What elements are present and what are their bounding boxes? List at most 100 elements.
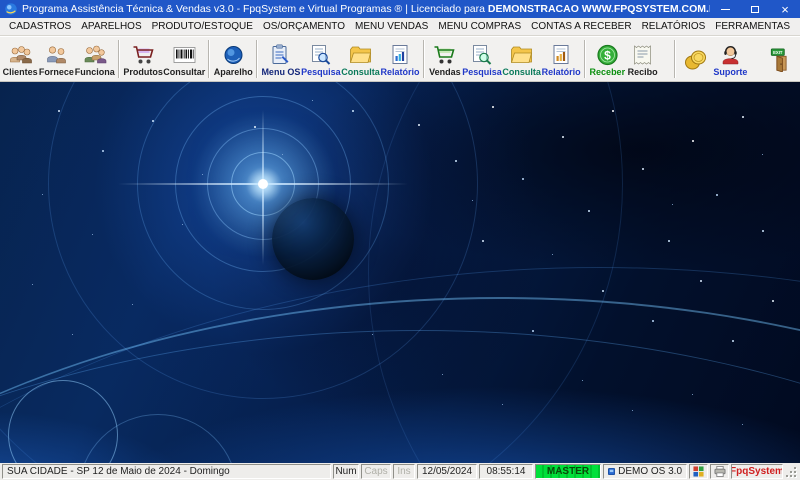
dollar-coin-icon: $ [597,44,618,65]
status-caps-lock: Caps [361,464,391,479]
wallpaper-star-glow [258,179,268,189]
toolbar-button-suporte[interactable]: Suporte [713,38,748,81]
license-text: DEMONSTRACAO WWW.FPQSYSTEM.COM.BR [487,3,710,15]
menu-compras[interactable]: MENU COMPRAS [433,20,526,33]
maximize-icon [751,5,759,13]
titlebar: Programa Assistência Técnica & Vendas v3… [0,0,800,18]
status-time: 08:55:14 [479,464,533,479]
status-grid-button[interactable] [689,464,708,479]
toolbar-label: Menu OS [261,66,301,77]
toolbar-label: Vendas [429,66,461,77]
toolbar-label: Receber [589,66,626,77]
close-icon: × [781,1,789,17]
app-icon [5,3,17,15]
toolbar-label: Suporte [713,66,748,77]
toolbar-button-moedas[interactable] [679,38,713,81]
toolbar-separator [422,40,425,78]
grid-icon [693,466,704,477]
demo-version-label: DEMO OS 3.0 [618,466,682,477]
toolbar-button-pesquisa-os[interactable]: Pesquisa [301,38,341,81]
coins-icon [685,50,707,69]
close-button[interactable]: × [770,0,800,18]
menu-os-orcamento[interactable]: OS/ORÇAMENTO [258,20,350,33]
toolbar-label: Funciona [74,66,115,77]
desktop-wallpaper [0,82,800,463]
wallpaper-dark-sphere [272,198,354,280]
os-clipboard-icon [272,43,289,64]
toolbar-button-consulta-os[interactable]: Consulta [341,38,380,81]
status-user-badge: MASTER [535,464,601,479]
menu-ajuda[interactable]: AJUDA [795,20,800,33]
toolbar-button-clientes[interactable]: Clientes [2,38,38,81]
toolbar-label: Consulta [502,66,541,77]
toolbar-button-funcionarios[interactable]: Funciona [74,38,115,81]
clients-people-icon [9,45,32,63]
toolbar-button-relatorio-os[interactable]: Relatório [380,38,420,81]
toolbar-label: Clientes [2,66,38,77]
toolbar-button-relatorio-vendas[interactable]: Relatório [541,38,581,81]
report-icon [553,44,569,64]
folder-icon [511,46,533,63]
menu-ferramentas[interactable]: FERRAMENTAS [710,20,795,33]
toolbar-separator [673,40,676,78]
menu-relatorios[interactable]: RELATÓRIOS [637,20,711,33]
toolbar-button-fornecedores[interactable]: Fornece [38,38,74,81]
exit-door-icon: EXIT [770,47,787,72]
svg-text:EXIT: EXIT [773,50,783,55]
employees-people-icon [84,45,107,63]
toolbar: Clientes Fornece Funciona Produtos Consu… [0,36,800,82]
toolbar-button-recibo[interactable]: Recibo [626,38,660,81]
barcode-icon [173,46,196,63]
window-controls: × [710,0,800,18]
toolbar-button-consulta-vendas[interactable]: Consulta [502,38,541,81]
toolbar-label: Consulta [341,66,380,77]
toolbar-button-consultar-produto[interactable]: Consultar [163,38,205,81]
maximize-button[interactable] [740,0,770,18]
toolbar-button-pesquisa-vendas[interactable]: Pesquisa [462,38,502,81]
printer-icon [714,466,725,477]
toolbar-label: Consultar [163,66,206,77]
toolbar-button-menu-os[interactable]: Menu OS [261,38,301,81]
toolbar-label: Produtos [123,66,163,77]
demo-app-icon [608,467,616,476]
toolbar-separator [208,40,211,78]
toolbar-separator [256,40,259,78]
window-title: Programa Assistência Técnica & Vendas v3… [22,3,710,15]
search-document-icon [312,44,331,65]
receipt-icon [634,44,652,65]
toolbar-button-aparelho[interactable]: Aparelho [213,38,253,81]
toolbar-button-receber[interactable]: $ Receber [589,38,626,81]
status-insert: Ins [393,464,415,479]
minimize-button[interactable] [710,0,740,18]
sales-cart-icon [434,45,455,63]
search-document-icon [473,44,492,65]
statusbar: SUA CIDADE - SP 12 de Maio de 2024 - Dom… [0,463,800,480]
menu-contas-a-receber[interactable]: CONTAS A RECEBER [526,20,636,33]
toolbar-label: Relatório [380,66,420,77]
app-window: Programa Assistência Técnica & Vendas v3… [0,0,800,480]
toolbar-separator [118,40,121,78]
menu-aparelhos[interactable]: APARELHOS [76,20,146,33]
toolbar-button-produtos[interactable]: Produtos [123,38,163,81]
svg-text:$: $ [604,48,611,62]
toolbar-label: Fornece [38,66,74,77]
toolbar-label: Recibo [627,66,658,77]
status-printer-button[interactable] [710,464,729,479]
toolbar-label: Pesquisa [301,66,341,77]
toolbar-separator [583,40,586,78]
menu-produto-estoque[interactable]: PRODUTO/ESTOQUE [147,20,258,33]
status-demo-version: DEMO OS 3.0 [603,464,687,479]
menu-cadastros[interactable]: CADASTROS [4,20,76,33]
toolbar-label: Relatório [541,66,581,77]
minimize-icon [720,8,730,10]
resize-grip[interactable] [785,464,798,479]
status-brand: FpqSystem [731,464,783,479]
menu-vendas[interactable]: MENU VENDAS [350,20,433,33]
toolbar-label: Pesquisa [462,66,502,77]
menubar: CADASTROS APARELHOS PRODUTO/ESTOQUE OS/O… [0,18,800,36]
products-cart-icon [133,45,154,63]
folder-icon [350,46,372,63]
toolbar-button-sair[interactable]: EXIT [764,38,798,81]
toolbar-button-vendas[interactable]: Vendas [428,38,462,81]
device-icon [224,45,243,64]
